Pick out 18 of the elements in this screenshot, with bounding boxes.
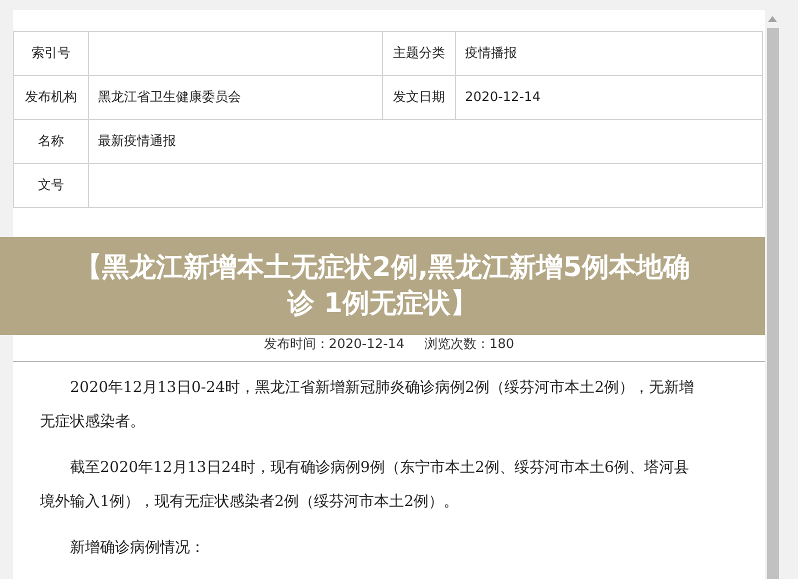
table-value-cell: 黑龙江省卫生健康委员会 [88,76,382,120]
article-paragraph: 新增确诊病例情况： [69,537,206,558]
table-label-cell: 索引号 [14,32,88,76]
scrollbar-thumb[interactable] [766,28,778,579]
view-count: 浏览次数：180 [424,337,514,353]
scroll-up-arrow-icon[interactable] [768,16,777,22]
table-value-cell: 2020-12-14 [456,76,762,120]
table-label-cell: 发文日期 [382,76,456,120]
table-label-cell: 主题分类 [382,32,456,76]
article-paragraph: 截至2020年12月13日24时，现有确诊病例9例（东宁市本土2例、绥芬河市本土6例、塔河县境外输入1例），现有无症状感染者2例（绥芬河市本土2例）。 [40,457,690,512]
headline-text: 【黑龙江新增本土无症状2例,黑龙江新增5例本地确诊 1例无症状】 [74,251,691,321]
publish-time: 发布时间：2020-12-14 [264,337,404,353]
table-value-cell: 疫情播报 [456,32,762,76]
table-label-cell: 文号 [14,164,88,208]
table-value-cell: 最新疫情通报 [88,120,762,164]
table-label-cell: 发布机构 [14,76,88,120]
article-paragraph: 2020年12月13日0-24时，黑龙江省新增新冠肺炎确诊病例2例（绥芬河市本土2例），无新增无症状感染者。 [40,377,696,432]
table-label-cell: 名称 [14,120,88,164]
